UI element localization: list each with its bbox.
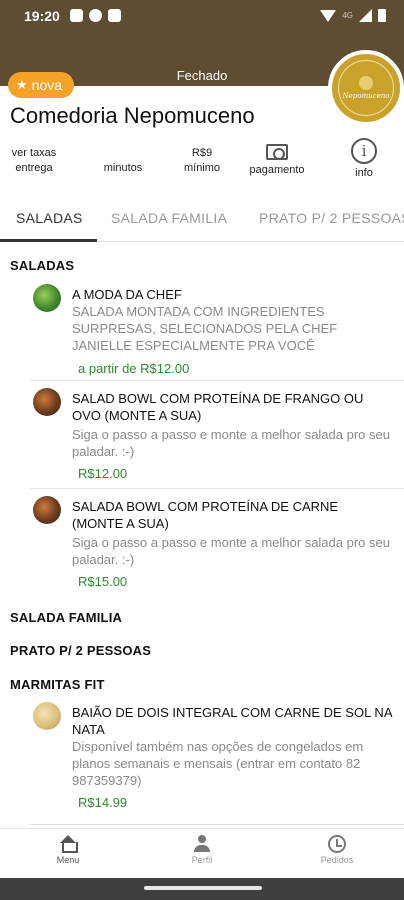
item-description: Disponível também nas opções de congelad…: [72, 739, 364, 788]
section-title-marmitas-fit: MARMITAS FIT: [10, 677, 105, 692]
tab-prato-2-pessoas[interactable]: PRATO P/ 2 PESSOAS: [259, 210, 404, 226]
nav-pedidos[interactable]: Pedidos: [302, 835, 372, 865]
delivery-time: minutos: [96, 161, 150, 176]
item-price: R$15.00: [78, 574, 128, 589]
item-title: A MODA DA CHEF: [72, 287, 182, 302]
item-divider: [30, 824, 404, 825]
logo-text: Nepomuceno: [342, 92, 390, 100]
star-icon: ★: [16, 77, 28, 92]
status-time: 19:20: [24, 8, 60, 24]
info-icon: i: [351, 138, 377, 164]
payment-label: pagamento: [249, 164, 305, 176]
notification-icon: [70, 9, 83, 22]
nav-perfil-label: Perfil: [191, 855, 213, 865]
file-icon: [108, 9, 121, 22]
item-image: [33, 388, 61, 416]
item-description: Siga o passo a passo e monte a melhor sa…: [72, 427, 390, 459]
menu-item[interactable]: BAIÃO DE DOIS INTEGRAL COM CARNE DE SOL …: [0, 700, 404, 820]
item-title: SALADA BOWL COM PROTEÍNA DE CARNE (MONTE…: [72, 499, 339, 531]
system-icons: 4G: [320, 9, 386, 22]
person-icon: [193, 835, 211, 853]
item-divider: [30, 488, 404, 489]
nav-menu[interactable]: Menu: [33, 835, 103, 865]
battery-icon: [378, 9, 386, 22]
menu-item[interactable]: SALADA BOWL COM PROTEÍNA DE CARNE (MONTE…: [0, 494, 404, 594]
item-image: [33, 284, 61, 312]
item-title: BAIÃO DE DOIS INTEGRAL COM CARNE DE SOL …: [72, 705, 392, 737]
item-title: SALAD BOWL COM PROTEÍNA DE FRANGO OU OVO…: [72, 391, 364, 423]
menu-item[interactable]: SALAD BOWL COM PROTEÍNA DE FRANGO OU OVO…: [0, 386, 404, 486]
info-button[interactable]: i info: [340, 138, 388, 181]
category-tabs: SALADAS SALADA FAMILIA PRATO P/ 2 PESSOA…: [0, 200, 404, 242]
nav-pedidos-label: Pedidos: [320, 855, 354, 865]
nav-menu-label: Menu: [56, 855, 80, 865]
app-notification-icon: [89, 9, 102, 22]
item-price: a partir de R$12.00: [78, 361, 190, 376]
info-label: info: [355, 167, 373, 179]
delivery-fee-link[interactable]: ver taxas entrega: [8, 146, 60, 176]
nav-perfil[interactable]: Perfil: [167, 835, 237, 865]
status-bar: 19:20 4G: [0, 0, 404, 32]
history-icon: [328, 835, 346, 853]
section-title-prato-2-pessoas: PRATO P/ 2 PESSOAS: [10, 643, 152, 658]
section-title-salada-familia: SALADA FAMILIA: [10, 610, 123, 625]
active-tab-indicator: [0, 239, 97, 242]
restaurant-name: Comedoria Nepomuceno: [10, 103, 255, 128]
menu-item[interactable]: A MODA DA CHEF SALADA MONTADA COM INGRED…: [0, 282, 404, 378]
minimum-order-label: mínimo: [183, 162, 221, 174]
minimum-order: R$9 mínimo: [176, 146, 228, 176]
item-price: R$12.00: [78, 466, 128, 481]
payment-button[interactable]: pagamento: [244, 144, 310, 178]
item-description: SALADA MONTADA COM INGREDIENTES SURPRESA…: [72, 304, 338, 353]
new-badge-label: nova: [31, 77, 63, 93]
item-divider: [30, 380, 404, 381]
home-icon: [59, 835, 78, 853]
tab-salada-familia[interactable]: SALADA FAMILIA: [111, 210, 227, 226]
logo-emblem: Nepomuceno: [338, 60, 394, 116]
restaurant-logo: Nepomuceno: [328, 50, 404, 126]
signal-icon: [359, 9, 372, 22]
tab-saladas[interactable]: SALADAS: [16, 210, 83, 226]
item-price: R$14.99: [78, 795, 128, 810]
wifi-icon: [320, 9, 337, 22]
bottom-navigation: Menu Perfil Pedidos: [0, 828, 404, 878]
home-gesture-handle[interactable]: [144, 886, 262, 890]
section-title-saladas: SALADAS: [10, 258, 75, 273]
network-label: 4G: [342, 11, 353, 20]
new-badge: ★ nova: [8, 72, 75, 98]
delivery-time-label: minutos: [103, 162, 143, 174]
info-row: ver taxas entrega minutos R$9 mínimo pag…: [0, 138, 404, 186]
minimum-order-value: R$9: [191, 147, 213, 159]
item-description: Siga o passo a passo e monte a melhor sa…: [72, 535, 390, 567]
item-image: [33, 496, 61, 524]
item-image: [33, 702, 61, 730]
delivery-fee-top: ver taxas: [11, 147, 57, 159]
delivery-fee-bottom: entrega: [15, 162, 53, 174]
money-icon: [266, 144, 288, 160]
logo-mark-icon: [359, 76, 373, 90]
notification-icons: [70, 9, 121, 22]
system-gesture-bar: [0, 878, 404, 900]
